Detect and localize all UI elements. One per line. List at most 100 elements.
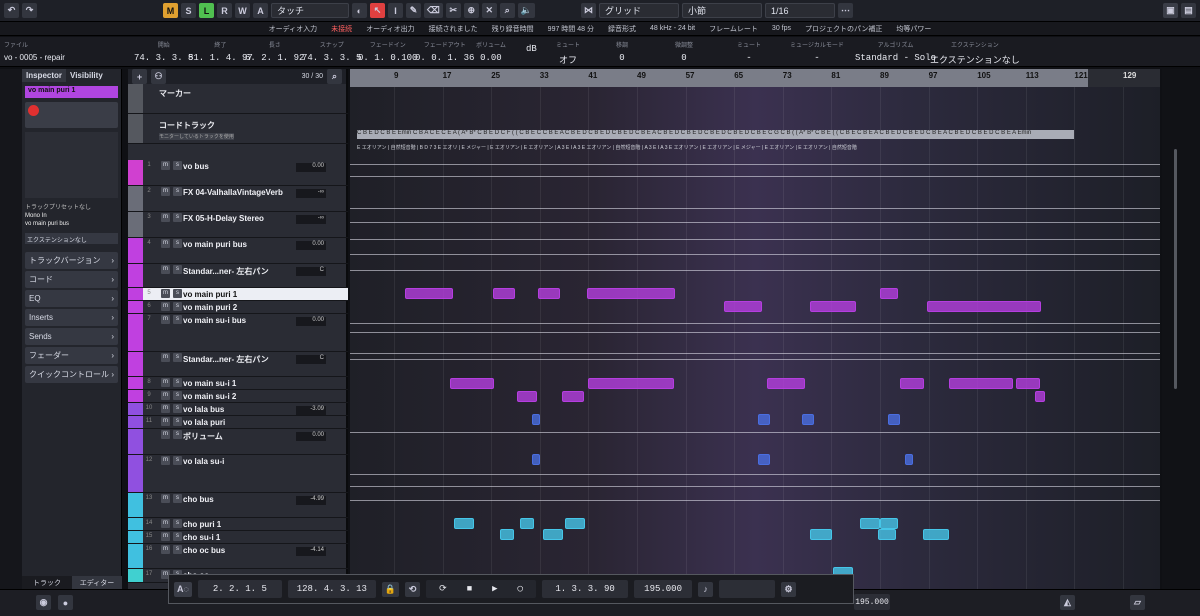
cycle-button[interactable]: ⟳ — [439, 584, 447, 594]
audio-event[interactable] — [860, 518, 880, 529]
audio-event[interactable] — [405, 288, 453, 299]
audio-event[interactable] — [767, 378, 805, 389]
mute-button[interactable]: m — [161, 315, 170, 324]
automation-line[interactable] — [350, 222, 1160, 223]
automation-line[interactable] — [350, 254, 1160, 255]
track-row[interactable]: 1 m s vo bus 0.00 — [128, 160, 348, 186]
automation-mode-dropdown[interactable]: タッチ — [271, 3, 349, 18]
event-field-3[interactable]: スナップ 74. 3. 3. 5 — [302, 40, 361, 63]
mute-button[interactable]: m — [161, 213, 170, 222]
tab-track[interactable]: トラック — [22, 576, 72, 589]
glue-icon[interactable]: ⊕ — [463, 3, 479, 18]
inspector-section[interactable]: Sends › — [25, 328, 118, 345]
inspector-section[interactable]: トラックバージョン › — [25, 252, 118, 269]
track-row[interactable]: 13 m s cho bus -4.99 — [128, 493, 348, 518]
event-field-value[interactable]: - — [737, 53, 761, 63]
event-field-13[interactable]: アルゴリズム Standard - Solo — [855, 40, 936, 63]
lock-icon[interactable]: 🔒 — [381, 581, 400, 597]
automation-line[interactable] — [350, 239, 1160, 240]
mute-button[interactable]: m — [161, 532, 170, 541]
track-row[interactable]: 16 m s cho oc bus -4.14 — [128, 544, 348, 569]
mute-button[interactable]: m — [161, 456, 170, 465]
event-field-5[interactable]: フェードアウト 0. 0. 1. 36 — [415, 40, 474, 63]
audio-event[interactable] — [878, 529, 896, 540]
range-icon[interactable]: I — [388, 3, 403, 18]
zoom-icon[interactable]: ⌕ — [499, 3, 515, 18]
monitor-icon[interactable]: ◉ — [36, 595, 51, 610]
automation-line[interactable] — [350, 432, 1160, 433]
event-field-value[interactable]: 6. 2. 1. 92 — [245, 53, 304, 63]
audio-event[interactable] — [520, 518, 534, 529]
solo-button[interactable]: s — [173, 545, 182, 554]
inspector-section[interactable]: クイックコントロール › — [25, 366, 118, 383]
event-field-2[interactable]: 長さ 6. 2. 1. 92 — [245, 40, 304, 63]
solo-button[interactable]: s — [173, 187, 182, 196]
inspector-section[interactable]: フェーダー › — [25, 347, 118, 364]
s-button[interactable]: S — [181, 3, 196, 18]
track-folder-icon[interactable]: ⚇ — [151, 69, 166, 84]
audio-event[interactable] — [532, 454, 540, 465]
track-row[interactable]: 3 m s FX 05-H-Delay Stereo -∞ — [128, 212, 348, 238]
event-field-1[interactable]: 終了 81. 1. 4. 97 — [188, 40, 253, 63]
redo-icon[interactable]: ↷ — [22, 3, 37, 18]
event-field-9[interactable]: 移調 0 — [616, 40, 628, 63]
audio-event[interactable] — [810, 529, 832, 540]
mute-button[interactable]: m — [161, 161, 170, 170]
inspector-track-name[interactable]: vo main puri 1 — [25, 86, 118, 98]
eraser-icon[interactable]: ⌫ — [424, 3, 443, 18]
event-field-value[interactable]: - — [790, 53, 844, 63]
input-routing[interactable]: Mono In — [25, 213, 118, 219]
event-field-value[interactable]: dB — [526, 44, 537, 54]
audio-event[interactable] — [493, 288, 515, 299]
event-field-12[interactable]: ミュージカルモード - — [790, 40, 844, 63]
a-button[interactable]: A — [253, 3, 268, 18]
snap-icon[interactable]: ⋈ — [580, 3, 596, 18]
event-field-8[interactable]: ミュート オフ — [556, 40, 580, 66]
audio-event[interactable] — [543, 529, 563, 540]
event-field-value[interactable]: 74. 3. 3. 5 — [302, 53, 361, 63]
quantize-dropdown[interactable]: 1/16 — [764, 3, 835, 18]
automation-line[interactable] — [350, 332, 1160, 333]
audio-event[interactable] — [532, 414, 540, 425]
audio-event[interactable] — [538, 288, 560, 299]
automation-line[interactable] — [350, 353, 1160, 354]
solo-button[interactable]: s — [173, 456, 182, 465]
solo-button[interactable]: s — [173, 213, 182, 222]
track-preset[interactable]: トラックプリセットなし — [25, 202, 118, 211]
solo-button[interactable]: s — [173, 353, 182, 362]
track-row[interactable]: m s ボリューム 0.00 — [128, 429, 348, 455]
audio-event[interactable] — [927, 301, 1041, 312]
event-field-value[interactable]: 74. 3. 3. 5 — [134, 53, 193, 63]
track-row[interactable]: m s Standar...ner- 左右パン C — [128, 352, 348, 377]
solo-button[interactable]: s — [173, 430, 182, 439]
marker-track[interactable]: マーカー — [128, 84, 348, 114]
automation-line[interactable] — [350, 270, 1160, 271]
tempo-readout-right[interactable]: 195.000 — [854, 594, 890, 610]
stop-button[interactable]: ■ — [467, 584, 472, 594]
track-row[interactable]: 6 m s vo main puri 2 — [128, 301, 348, 314]
audio-event[interactable] — [758, 454, 770, 465]
track-row[interactable]: 14 m s cho puri 1 — [128, 518, 348, 531]
event-field-value[interactable]: 81. 1. 4. 97 — [188, 53, 253, 63]
mute-tool-icon[interactable]: ✕ — [481, 3, 497, 18]
track-volume[interactable]: 0.00 — [296, 432, 326, 441]
audio-event[interactable] — [758, 414, 770, 425]
extension-select[interactable]: エクステンションなし — [25, 233, 118, 244]
loop-icon[interactable]: A◌ — [174, 581, 192, 597]
tab-visibility[interactable]: Visibility — [66, 69, 107, 82]
tempo-display[interactable]: 195.000 — [634, 580, 693, 598]
track-volume[interactable]: -3.09 — [296, 406, 326, 415]
solo-button[interactable]: s — [173, 289, 182, 298]
mute-button[interactable]: m — [161, 519, 170, 528]
edit-icon[interactable]: ◐ — [352, 3, 367, 18]
event-field-value[interactable]: エクステンションなし — [930, 53, 1020, 66]
record-button[interactable]: ◯ — [518, 584, 523, 594]
event-field-value[interactable]: 0 — [675, 53, 693, 63]
inspector-section[interactable]: EQ › — [25, 290, 118, 307]
audio-event[interactable] — [588, 378, 674, 389]
audio-event[interactable] — [454, 518, 474, 529]
play-tool-icon[interactable]: 🔈 — [517, 3, 535, 18]
track-controls[interactable] — [25, 102, 118, 128]
inspector-section[interactable]: コード › — [25, 271, 118, 288]
pencil-icon[interactable]: ✎ — [406, 3, 421, 18]
